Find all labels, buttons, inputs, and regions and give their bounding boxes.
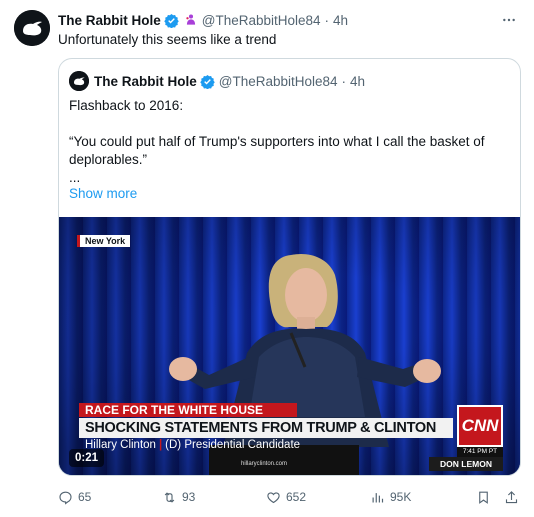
tweet-text: Unfortunately this seems like a trend xyxy=(58,32,277,47)
more-options-button[interactable] xyxy=(498,9,520,31)
video-player[interactable]: New York hillaryclinton.com RACE FOR THE… xyxy=(59,217,520,475)
quoted-tweet-text: Flashback to 2016: “You could put half o… xyxy=(69,97,509,187)
repost-button[interactable]: 93 xyxy=(162,488,195,506)
author-name[interactable]: The Rabbit Hole xyxy=(58,13,161,28)
quoted-timestamp: 4h xyxy=(350,73,366,89)
quoted-author-handle: @TheRabbitHole84 xyxy=(218,73,338,89)
bookmark-button[interactable] xyxy=(476,488,496,506)
video-duration: 0:21 xyxy=(69,449,105,467)
reply-count: 65 xyxy=(78,490,92,504)
rabbit-logo-icon xyxy=(14,10,50,46)
location-tag: New York xyxy=(77,235,131,247)
repost-count: 93 xyxy=(182,490,196,504)
share-icon xyxy=(505,490,518,503)
network-logo: CNN xyxy=(457,405,503,447)
views-icon xyxy=(372,492,384,502)
quoted-author-name: The Rabbit Hole xyxy=(94,73,197,89)
quoted-tweet-header: The Rabbit Hole @TheRabbitHole84 · 4h xyxy=(69,71,365,91)
quoted-tweet-card[interactable]: The Rabbit Hole @TheRabbitHole84 · 4h Fl… xyxy=(58,58,521,476)
author-handle[interactable]: @TheRabbitHole84 xyxy=(202,13,321,28)
affiliate-badge-icon[interactable] xyxy=(184,13,198,27)
repost-icon xyxy=(164,491,175,503)
speaker-caption: Hillary Clinton | (D) Presidential Candida… xyxy=(85,439,301,451)
tweet-timestamp[interactable]: 4h xyxy=(333,13,348,28)
show-more-link[interactable]: Show more xyxy=(69,186,137,201)
author-avatar[interactable] xyxy=(14,10,50,46)
share-button[interactable] xyxy=(504,488,524,506)
podium-url: hillaryclinton.com xyxy=(241,461,288,467)
quoted-line-2: “You could put half of Trump's supporter… xyxy=(69,134,485,167)
views-count: 95K xyxy=(390,490,412,504)
anchor-name: DON LEMON xyxy=(429,457,503,471)
tweet-header: The Rabbit Hole @TheRabbitHole84 · 4h xyxy=(58,11,520,29)
tweet-actions: 65 93 652 95K xyxy=(58,488,521,506)
heart-icon xyxy=(267,491,280,503)
banner-headline: SHOCKING STATEMENTS FROM TRUMP & CLINTON xyxy=(79,418,453,438)
more-horizontal-icon xyxy=(503,18,515,22)
views-button[interactable]: 95K xyxy=(370,488,411,506)
speaker-role: (D) Presidential Candidate xyxy=(165,439,301,451)
separator-dot: · xyxy=(341,73,347,89)
quoted-author-avatar xyxy=(69,71,89,91)
separator-dot: · xyxy=(324,12,330,28)
quoted-line-1: Flashback to 2016: xyxy=(69,98,184,113)
verified-badge-icon xyxy=(200,74,215,89)
bookmark-icon xyxy=(479,491,488,504)
network-time: 7:41 PM PT xyxy=(457,447,503,457)
quoted-line-3: ... xyxy=(69,170,81,185)
rabbit-logo-icon xyxy=(69,71,89,91)
reply-icon xyxy=(59,491,72,505)
verified-badge-icon[interactable] xyxy=(164,13,179,28)
banner-top: RACE FOR THE WHITE HOUSE xyxy=(79,403,297,417)
like-count: 652 xyxy=(286,490,307,504)
like-button[interactable]: 652 xyxy=(266,488,306,506)
reply-button[interactable]: 65 xyxy=(58,488,91,506)
